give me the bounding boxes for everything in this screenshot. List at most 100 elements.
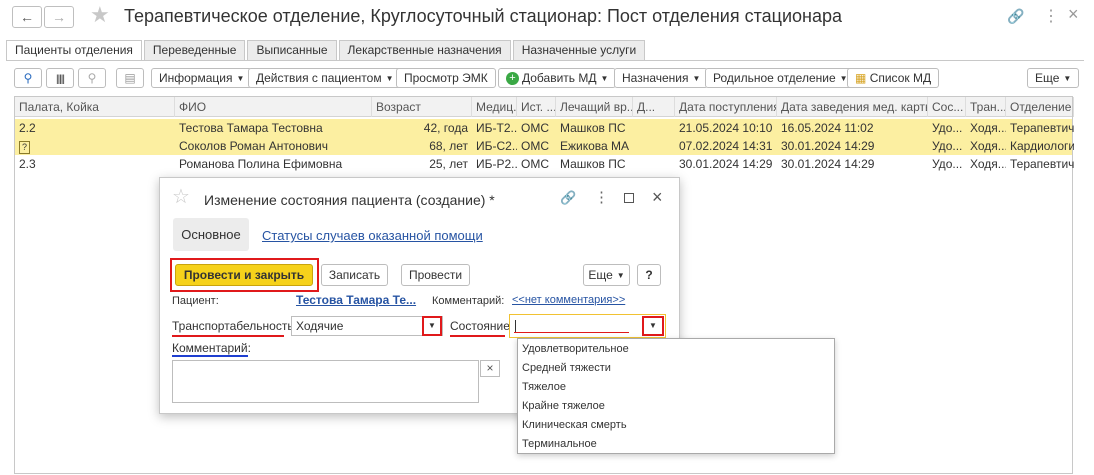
transport-dropdown-button[interactable]: ▼ <box>422 316 442 336</box>
cell-source: ОМС <box>521 121 549 135</box>
col-department[interactable]: Отделение <box>1006 97 1074 117</box>
table-row[interactable]: 2.2 Тестова Тамара Тестовна 42, года ИБ-… <box>15 119 1074 137</box>
cell-bed: 2.2 <box>19 121 36 135</box>
col-card[interactable]: Медиц... <box>472 97 517 117</box>
tab-patients[interactable]: Пациенты отделения <box>6 40 142 61</box>
cell-age: 42, года <box>372 119 472 137</box>
comment-link[interactable]: <<нет комментария>> <box>512 294 625 306</box>
table-row[interactable]: 2.3 Романова Полина Ефимовна 25, лет ИБ-… <box>15 155 1074 173</box>
caret-down-icon: ▼ <box>649 321 657 330</box>
cell-admitted: 30.01.2024 14:29 <box>679 157 773 171</box>
tab-main[interactable]: Основное <box>173 218 249 251</box>
find-patient-button[interactable]: ⚲ <box>78 68 106 88</box>
transport-value: Ходячие <box>296 319 344 333</box>
plus-circle-icon: + <box>506 72 519 86</box>
option-terminal[interactable]: Терминальное <box>518 435 834 454</box>
tab-transferred[interactable]: Переведенные <box>143 40 246 60</box>
table-row[interactable]: ? Соколов Роман Антонович 68, лет ИБ-С2.… <box>15 137 1074 155</box>
tab-drug-orders[interactable]: Лекарственные назначения <box>338 40 511 60</box>
option-clinical-death[interactable]: Клиническая смерть <box>518 416 834 435</box>
cell-transport: Ходя... <box>970 121 1006 135</box>
cell-doctor: Машков ПС <box>560 157 626 171</box>
caret-down-icon: ▼ <box>428 321 436 330</box>
caret-down-icon: ▼ <box>692 73 701 83</box>
patient-actions-menu[interactable]: Действия с пациентом ▼ <box>248 68 402 88</box>
link-icon[interactable]: 🔗 <box>560 190 576 206</box>
col-state[interactable]: Сос... <box>928 97 966 117</box>
search-button[interactable]: ⚲ <box>14 68 42 88</box>
cell-department: Кардиологи... <box>1010 139 1074 153</box>
cell-d <box>633 155 675 173</box>
link-icon[interactable]: 🔗 <box>1007 8 1024 25</box>
back-button[interactable]: ← <box>12 6 42 28</box>
transport-field[interactable]: Ходячие <box>291 316 443 336</box>
col-transport[interactable]: Тран... <box>966 97 1006 117</box>
tab-discharged[interactable]: Выписанные <box>247 40 337 60</box>
more-vert-icon[interactable]: ⋮ <box>1043 6 1059 26</box>
age-value: 68, <box>429 139 446 153</box>
col-card-date[interactable]: Дата заведения мед. карты <box>777 97 928 117</box>
col-d[interactable]: Д... <box>633 97 675 117</box>
print-button[interactable]: ▤ <box>116 68 144 88</box>
cell-d <box>633 119 675 137</box>
comment-field-label: Комментарий: <box>172 341 251 355</box>
col-doctor[interactable]: Лечащий вр... <box>556 97 633 117</box>
arrow-left-icon: ← <box>20 9 34 25</box>
dialog-title: Изменение состояния пациента (создание) … <box>204 192 495 208</box>
cell-transport: Ходя... <box>970 139 1006 153</box>
option-critical[interactable]: Крайне тяжелое <box>518 397 834 416</box>
transport-underline <box>172 335 284 337</box>
barcode-button[interactable]: ||||| <box>46 68 74 88</box>
age-value: 25, <box>429 157 446 171</box>
col-age[interactable]: Возраст <box>372 97 472 117</box>
transport-label: Транспортабельность: <box>172 319 297 333</box>
cell-card: ИБ-С2... <box>476 139 517 153</box>
option-severe[interactable]: Тяжелое <box>518 378 834 397</box>
close-icon[interactable]: × <box>1068 4 1079 25</box>
cell-bed: ? <box>15 137 175 155</box>
md-list-button[interactable]: ▦ Список МД <box>847 68 940 88</box>
col-source[interactable]: Ист. ... <box>517 97 556 117</box>
col-admitted[interactable]: Дата поступления <box>675 97 777 117</box>
comment-textarea[interactable] <box>172 360 479 403</box>
appointments-menu[interactable]: Назначения ▼ <box>614 68 709 88</box>
info-menu-label: Информация <box>159 71 233 85</box>
star-icon[interactable]: ☆ <box>172 184 190 209</box>
more-label: Еще <box>588 268 613 282</box>
cell-doctor: Машков ПС <box>560 121 626 135</box>
cell-admitted: 07.02.2024 14:31 <box>679 139 773 153</box>
maximize-icon[interactable] <box>624 193 634 203</box>
more-vert-icon[interactable]: ⋮ <box>594 188 609 206</box>
close-icon[interactable]: × <box>652 187 663 208</box>
age-unit: лет <box>449 139 468 153</box>
cell-bed: 2.3 <box>19 157 36 171</box>
more-button[interactable]: Еще ▼ <box>1027 68 1080 88</box>
info-menu[interactable]: Информация ▼ <box>151 68 253 88</box>
maternity-menu[interactable]: Родильное отделение ▼ <box>705 68 856 88</box>
tab-divider <box>6 60 1084 61</box>
view-emk-button[interactable]: Просмотр ЭМК <box>396 68 496 88</box>
patient-link[interactable]: Тестова Тамара Те... <box>296 293 416 307</box>
cell-age: 68, лет <box>372 137 472 155</box>
option-moderate[interactable]: Средней тяжести <box>518 359 834 378</box>
add-md-button[interactable]: + Добавить МД ▼ <box>498 68 617 88</box>
clear-comment-button[interactable]: × <box>480 360 500 377</box>
more-button[interactable]: Еще ▼ <box>583 264 630 286</box>
state-label: Состояние: <box>450 319 514 333</box>
col-bed[interactable]: Палата, Койка <box>15 97 175 117</box>
state-dropdown-button[interactable]: ▼ <box>642 316 664 336</box>
help-button[interactable]: ? <box>637 264 661 286</box>
col-name[interactable]: ФИО <box>175 97 372 117</box>
clear-icon: × <box>486 361 494 375</box>
patient-actions-label: Действия с пациентом <box>256 71 382 85</box>
post-button[interactable]: Провести <box>401 264 470 286</box>
star-icon[interactable]: ★ <box>90 2 110 28</box>
cell-source: ОМС <box>521 157 549 171</box>
forward-button[interactable]: → <box>44 6 74 28</box>
document-icon: ▤ <box>124 71 136 85</box>
tab-statuses[interactable]: Статусы случаев оказанной помощи <box>262 228 483 243</box>
option-satisfactory[interactable]: Удовлетворительное <box>518 340 834 359</box>
tab-services[interactable]: Назначенные услуги <box>512 40 646 60</box>
save-button[interactable]: Записать <box>321 264 388 286</box>
unassigned-bed-icon: ? <box>19 141 30 154</box>
